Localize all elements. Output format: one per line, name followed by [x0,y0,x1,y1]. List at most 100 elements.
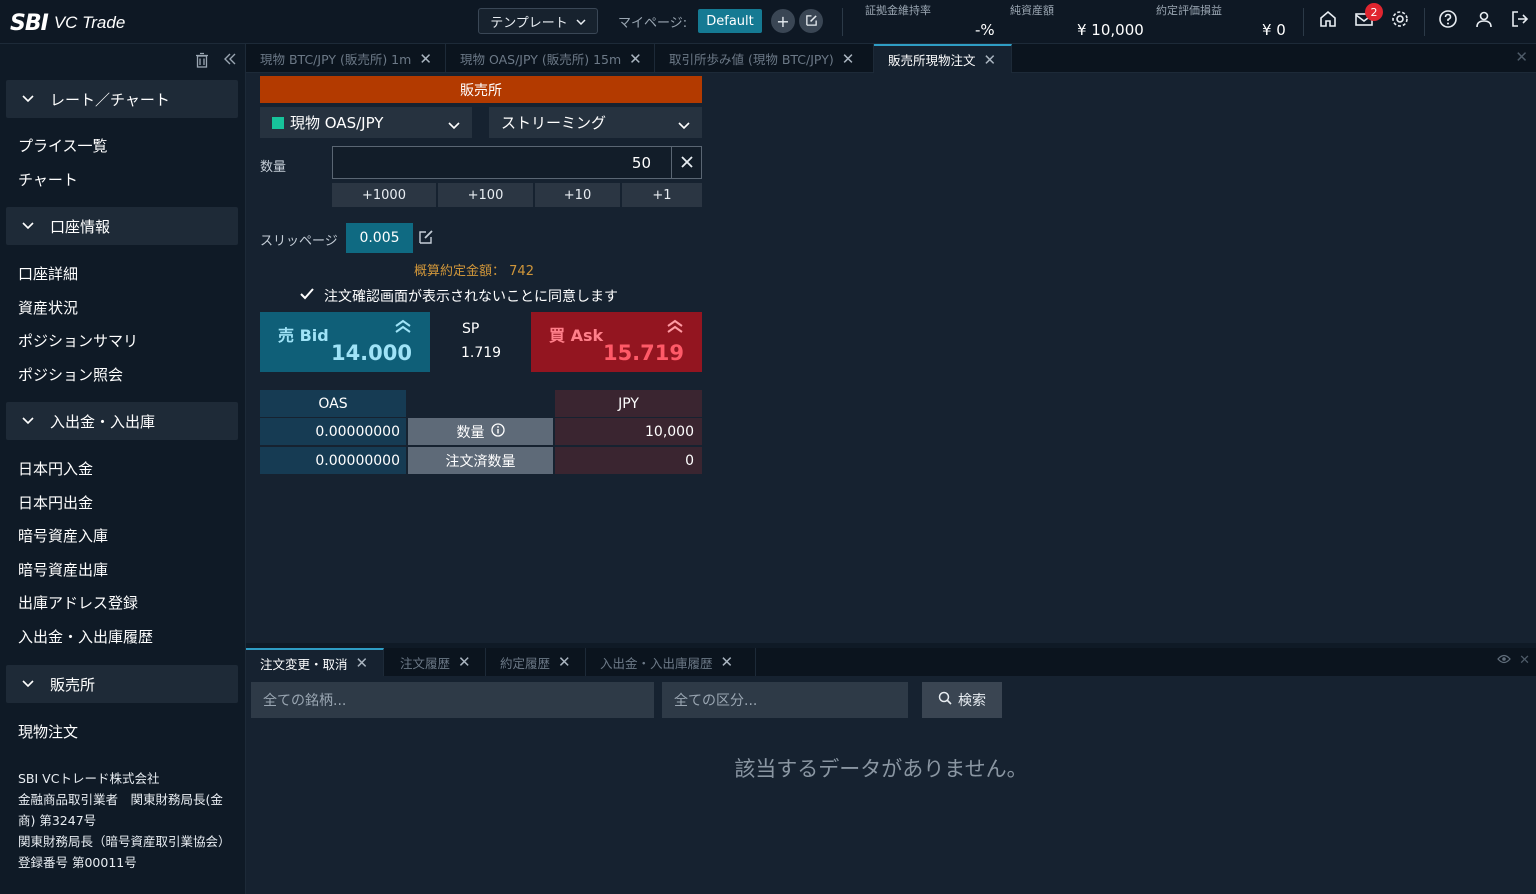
home-button[interactable] [1315,8,1341,34]
skip-confirm-checkbox[interactable]: 注文確認画面が表示されないことに同意します [300,286,618,306]
slippage-value[interactable]: 0.005 [346,223,413,253]
sidebar-item-address-register[interactable]: 出庫アドレス登録 [18,592,138,613]
help-button[interactable] [1435,8,1461,34]
add-page-button[interactable]: + [771,9,795,33]
sidebar: レート／チャート プライス一覧 チャート 口座情報 口座詳細 資産状況 ポジショ… [0,44,246,894]
margin-ratio-label: 証拠金維持率 [865,4,931,17]
increment-10-button[interactable]: +10 [535,183,620,207]
increment-1000-button[interactable]: +1000 [332,183,436,207]
mypage-default-button[interactable]: Default [698,9,762,33]
balance-header-oas: OAS [260,390,406,417]
tab-oas-chart[interactable]: 現物 OAS/JPY (販売所) 15m ✕ [446,44,655,73]
sidebar-section-label: 販売所 [50,675,96,694]
slippage-label: スリッページ [260,234,338,249]
tab-order-modify[interactable]: 注文変更・取消 ✕ [246,648,384,676]
sidebar-item-asset-status[interactable]: 資産状況 [18,297,78,318]
header: SBI VC Trade テンプレート マイページ: Default + 証拠金… [0,0,1536,44]
sidebar-item-crypto-deposit[interactable]: 暗号資産入庫 [18,525,108,546]
sidebar-section-account[interactable]: 口座情報 [6,207,238,245]
logout-button[interactable] [1507,8,1533,34]
sidebar-item-spot-order[interactable]: 現物注文 [18,721,78,742]
sidebar-section-dealer[interactable]: 販売所 [6,665,238,703]
info-icon[interactable] [490,422,505,441]
tab-execution-history[interactable]: 約定履歴 ✕ [486,648,586,676]
plus-icon: + [776,11,790,31]
edit-icon [805,12,818,31]
sidebar-item-jpy-deposit[interactable]: 日本円入金 [18,458,93,479]
unrealized-pl-label: 約定評価損益 [1156,4,1222,17]
sidebar-item-deposit-history[interactable]: 入出金・入出庫履歴 [18,626,153,647]
collapse-sidebar-icon[interactable] [223,52,237,72]
close-panel-icon[interactable]: ✕ [1515,48,1528,66]
close-icon[interactable]: ✕ [629,50,642,68]
symbol-filter-input[interactable]: 全ての銘柄... [251,682,654,718]
sidebar-section-label: 入出金・入出庫 [50,412,156,431]
mypage-label: マイページ: [618,16,688,31]
mode-select[interactable]: ストリーミング [489,107,702,138]
chevrons-up-icon [394,318,412,337]
sidebar-item-price-list[interactable]: プライス一覧 [18,135,108,156]
company-name: SBI VCトレード株式会社 [18,771,160,786]
close-icon[interactable]: ✕ [721,653,734,671]
estimated-amount-value: 742 [509,264,534,279]
buy-ask-button[interactable]: 買 Ask 15.719 [531,312,702,372]
tab-label: 現物 BTC/JPY (販売所) 1m [260,52,412,67]
logo[interactable]: SBI VC Trade [10,8,125,38]
user-icon [1474,9,1494,33]
sidebar-item-jpy-withdraw[interactable]: 日本円出金 [18,492,93,513]
panel-tab-bar: 現物 BTC/JPY (販売所) 1m ✕ 現物 OAS/JPY (販売所) 1… [246,44,1536,73]
chevrons-up-icon [666,318,684,337]
trash-icon[interactable] [195,52,209,72]
tab-trade-history[interactable]: 取引所歩み値 (現物 BTC/JPY) ✕ [655,44,874,73]
close-icon[interactable]: ✕ [458,653,471,671]
eye-icon[interactable] [1497,653,1511,668]
edit-page-button[interactable] [799,9,823,33]
type-filter-input[interactable]: 全ての区分... [662,682,908,718]
balance-label-quantity: 数量 [408,418,553,445]
skip-confirm-text: 注文確認画面が表示されないことに同意します [324,289,618,305]
order-panel-title: 販売所 [260,76,702,103]
sell-bid-button[interactable]: 売 Bid 14.000 [260,312,430,372]
ask-label: 買 Ask [549,326,604,345]
quantity-input[interactable]: 50 [332,146,702,179]
tab-btc-chart[interactable]: 現物 BTC/JPY (販売所) 1m ✕ [246,44,446,73]
edit-icon[interactable] [418,229,434,249]
account-button[interactable] [1471,8,1497,34]
tab-order-history[interactable]: 注文履歴 ✕ [386,648,486,676]
close-icon[interactable]: ✕ [984,51,997,69]
sidebar-section-deposit[interactable]: 入出金・入出庫 [6,402,238,440]
sidebar-item-account-detail[interactable]: 口座詳細 [18,263,78,284]
settings-button[interactable] [1387,8,1413,34]
search-button[interactable]: 検索 [922,682,1002,718]
pair-select[interactable]: 現物 OAS/JPY [260,107,472,138]
template-label: テンプレート [490,15,568,31]
clear-quantity-button[interactable] [671,147,701,178]
orders-panel-tools: ✕ [1497,653,1530,668]
sidebar-item-chart[interactable]: チャート [18,169,78,190]
close-panel-icon[interactable]: ✕ [1519,653,1530,668]
close-icon[interactable]: ✕ [842,50,855,68]
chevron-down-icon [22,222,40,230]
sidebar-item-crypto-withdraw[interactable]: 暗号資産出庫 [18,559,108,580]
estimated-amount-label: 概算約定金額： [414,264,506,279]
company-info: SBI VCトレード株式会社 金融商品取引業者 関東財務局長(金商) 第3247… [18,768,238,873]
close-icon[interactable]: ✕ [419,50,432,68]
close-icon[interactable]: ✕ [356,654,369,672]
empty-state-message: 該当するデータがありません。 [734,757,1028,781]
template-dropdown[interactable]: テンプレート [478,8,598,34]
sidebar-item-position-summary[interactable]: ポジションサマリ [18,330,138,351]
header-divider [842,8,843,36]
sidebar-section-label: レート／チャート [50,90,170,109]
close-icon[interactable]: ✕ [558,653,571,671]
mail-count-badge: 2 [1365,3,1383,21]
sidebar-section-rate-chart[interactable]: レート／チャート [6,80,238,118]
increment-100-button[interactable]: +100 [438,183,533,207]
help-icon [1438,9,1458,33]
increment-1-button[interactable]: +1 [622,183,702,207]
balance-jpy-ordered: 0 [555,447,702,474]
tab-label: 現物 OAS/JPY (販売所) 15m [460,52,622,67]
tab-spot-order[interactable]: 販売所現物注文 ✕ [874,44,1012,73]
tab-label: 約定履歴 [500,655,551,671]
tab-deposit-history[interactable]: 入出金・入出庫履歴 ✕ [586,648,756,676]
sidebar-item-position-inquiry[interactable]: ポジション照会 [18,364,123,385]
